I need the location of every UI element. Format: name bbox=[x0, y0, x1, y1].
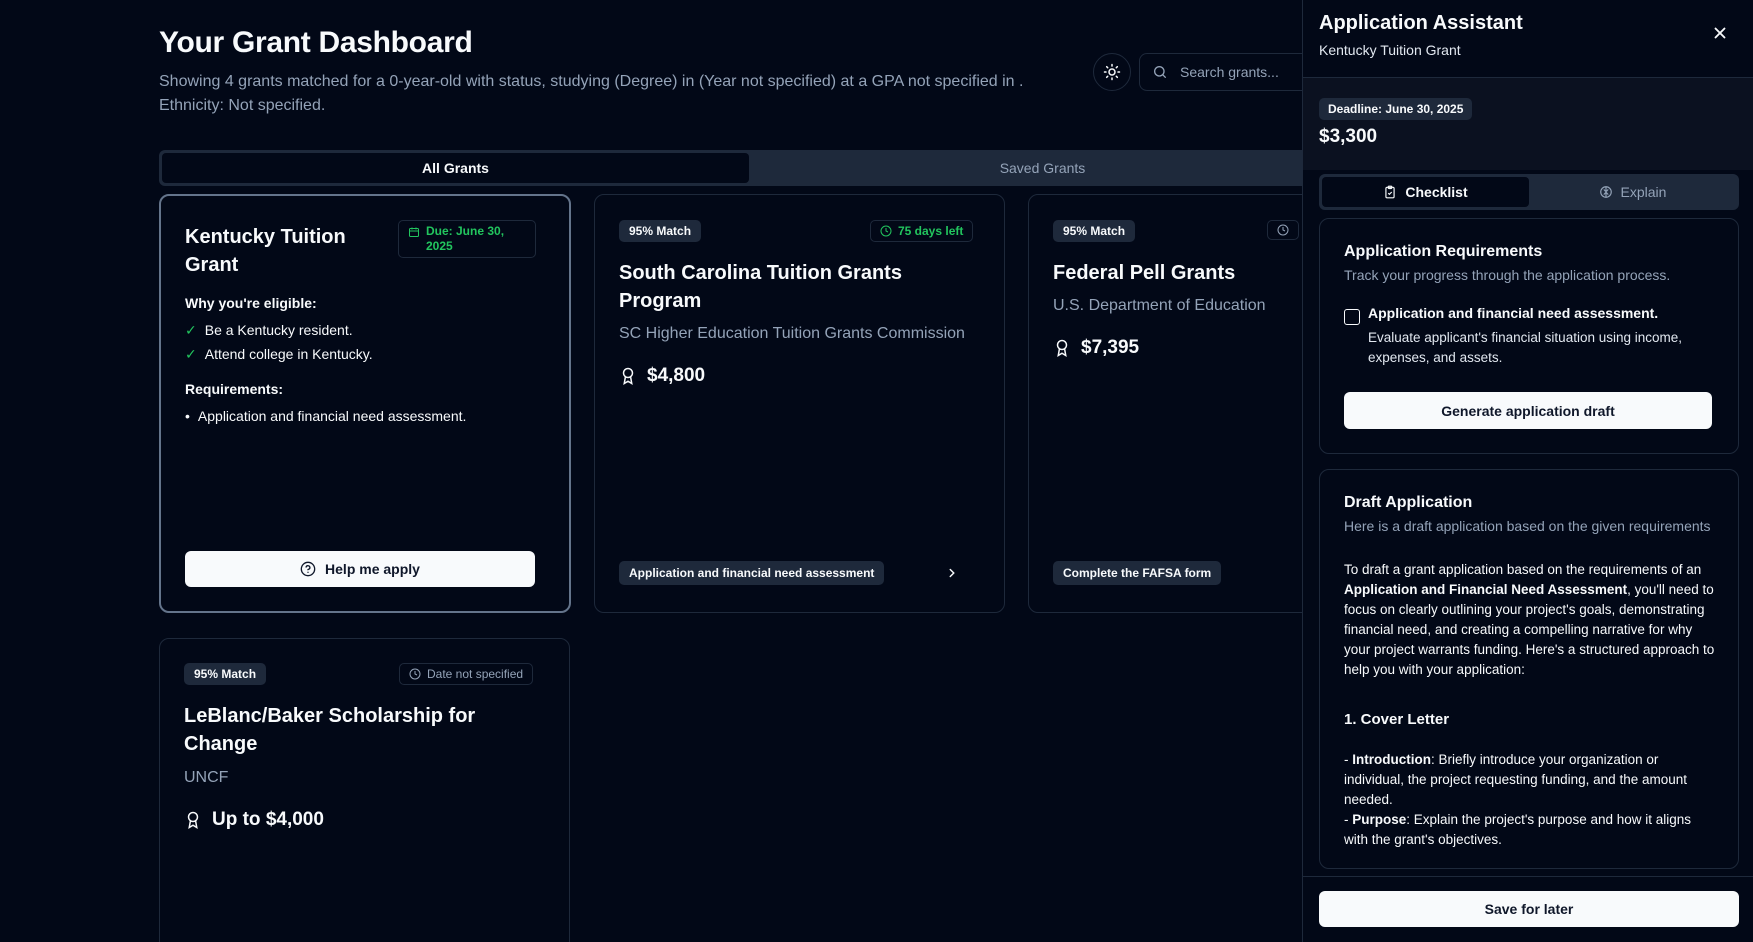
page-title: Your Grant Dashboard bbox=[159, 26, 473, 59]
tab-explain[interactable]: Explain bbox=[1529, 177, 1736, 207]
eligible-item: ✓ Be a Kentucky resident. bbox=[185, 318, 373, 342]
draft-body: To draft a grant application based on th… bbox=[1344, 560, 1716, 850]
grant-organization: SC Higher Education Tuition Grants Commi… bbox=[619, 325, 965, 342]
date-text: Date not specified bbox=[427, 667, 524, 681]
due-date-badge: Due: June 30, 2025 bbox=[398, 220, 536, 258]
requirement-description: Evaluate applicant's financial situation… bbox=[1368, 330, 1683, 365]
requirement-item: • Application and financial need assessme… bbox=[185, 404, 466, 428]
draft-heading: Draft Application bbox=[1344, 494, 1473, 511]
date-badge bbox=[1267, 220, 1299, 240]
panel-header: Application Assistant Kentucky Tuition G… bbox=[1303, 0, 1753, 78]
grant-amount: $4,800 bbox=[619, 365, 705, 387]
tab-checklist[interactable]: Checklist bbox=[1322, 177, 1529, 207]
grant-amount: Up to $4,000 bbox=[184, 809, 324, 831]
draft-bullet: - Purpose: Explain the project's purpose… bbox=[1344, 812, 1692, 847]
brain-icon bbox=[1599, 186, 1612, 198]
tab-explain-label: Explain bbox=[1620, 184, 1667, 200]
calendar-icon bbox=[409, 227, 419, 237]
dashboard-main: Your Grant Dashboard Showing 4 grants ma… bbox=[0, 0, 1302, 942]
panel-subtitle: Kentucky Tuition Grant bbox=[1319, 42, 1461, 58]
grant-amount-value: Up to $4,000 bbox=[212, 809, 324, 830]
requirements-subtitle: Track your progress through the applicat… bbox=[1344, 267, 1671, 283]
draft-section-heading: 1. Cover Letter bbox=[1344, 711, 1450, 728]
requirements-box: Application Requirements Track your prog… bbox=[1319, 218, 1739, 454]
requirement-checkbox[interactable] bbox=[1344, 309, 1360, 325]
panel-tabs: Checklist Explain bbox=[1319, 174, 1739, 210]
clipboard-icon bbox=[1385, 185, 1396, 199]
grant-organization: UNCF bbox=[184, 769, 229, 786]
eligible-list: ✓ Be a Kentucky resident. ✓ Attend college… bbox=[185, 318, 373, 366]
tab-checklist-label: Checklist bbox=[1405, 184, 1468, 200]
save-for-later-button[interactable]: Save for later bbox=[1319, 891, 1739, 927]
panel-amount: $3,300 bbox=[1319, 126, 1378, 147]
award-icon bbox=[187, 811, 199, 829]
panel-meta: Deadline: June 30, 2025 $3,300 bbox=[1303, 78, 1753, 170]
tab-saved-grants[interactable]: Saved Grants bbox=[749, 153, 1302, 183]
award-icon bbox=[1056, 339, 1068, 357]
grant-title: South Carolina Tuition Grants Program bbox=[619, 262, 902, 312]
grant-amount-value: $7,395 bbox=[1081, 337, 1140, 358]
match-badge: 95% Match bbox=[619, 220, 702, 242]
subtitle-line-2: Ethnicity: Not specified. bbox=[159, 97, 326, 114]
requirements-heading: Application Requirements bbox=[1344, 243, 1543, 260]
application-assistant-panel: Application Assistant Kentucky Tuition G… bbox=[1302, 0, 1753, 942]
search-input[interactable] bbox=[1180, 64, 1300, 80]
clock-icon bbox=[409, 668, 421, 680]
days-left-text: 75 days left bbox=[898, 224, 964, 238]
deadline-badge: Deadline: June 30, 2025 bbox=[1319, 98, 1473, 120]
requirement-pill: Complete the FAFSA form bbox=[1053, 561, 1222, 585]
days-left-badge: 75 days left bbox=[870, 220, 974, 242]
subtitle-line-1: Showing 4 grants matched for a 0-year-ol… bbox=[159, 73, 1024, 90]
help-circle-icon bbox=[300, 561, 316, 577]
checkmark-icon: ✓ bbox=[185, 322, 197, 338]
grant-card-leblanc[interactable]: 95% Match Date not specified LeBlanc/Bak… bbox=[159, 638, 570, 942]
help-me-apply-button[interactable]: Help me apply bbox=[185, 551, 535, 587]
save-footer: Save for later bbox=[1303, 876, 1753, 942]
bullet-icon: • bbox=[185, 408, 190, 424]
eligible-item: ✓ Attend college in Kentucky. bbox=[185, 342, 373, 366]
grant-tabs: All Grants Saved Grants bbox=[159, 150, 1302, 186]
search-icon bbox=[1154, 66, 1166, 78]
page-subtitle: Showing 4 grants matched for a 0-year-ol… bbox=[159, 70, 1039, 118]
search-box[interactable] bbox=[1139, 53, 1302, 91]
requirement-title: Application and financial need assessmen… bbox=[1368, 305, 1659, 321]
panel-title: Application Assistant bbox=[1319, 12, 1523, 34]
grant-card-south-carolina[interactable]: 95% Match 75 days left South Carolina Tu… bbox=[594, 194, 1005, 613]
requirement-pill: Application and financial need assessmen… bbox=[619, 561, 885, 585]
match-badge: 95% Match bbox=[184, 663, 267, 685]
tab-all-grants[interactable]: All Grants bbox=[162, 153, 749, 183]
theme-toggle-button[interactable] bbox=[1093, 53, 1131, 91]
eligible-heading: Why you're eligible: bbox=[185, 295, 317, 311]
grant-organization: U.S. Department of Education bbox=[1053, 297, 1266, 314]
generate-draft-button[interactable]: Generate application draft bbox=[1344, 392, 1712, 429]
due-date-text: Due: June 30, 2025 bbox=[426, 224, 505, 253]
date-badge: Date not specified bbox=[399, 663, 534, 685]
grant-card-pell[interactable]: 95% Match Federal Pell Grants U.S. Depar… bbox=[1028, 194, 1302, 613]
grant-card-kentucky[interactable]: Kentucky Tuition Grant Due: June 30, 202… bbox=[159, 194, 571, 613]
grant-title: LeBlanc/Baker Scholarship for Change bbox=[184, 705, 476, 755]
clock-icon bbox=[880, 225, 892, 237]
award-icon bbox=[622, 367, 634, 385]
grant-title: Federal Pell Grants bbox=[1053, 262, 1236, 284]
draft-subtitle: Here is a draft application based on the… bbox=[1344, 518, 1711, 534]
grant-title: Kentucky Tuition Grant bbox=[185, 226, 346, 276]
requirements-list: • Application and financial need assessme… bbox=[185, 404, 466, 428]
draft-bullet: - Introduction: Briefly introduce your o… bbox=[1344, 752, 1687, 807]
chevron-right-icon[interactable] bbox=[945, 566, 959, 580]
grant-amount: $7,395 bbox=[1053, 337, 1139, 359]
grant-amount-value: $4,800 bbox=[647, 365, 706, 386]
checkmark-icon: ✓ bbox=[185, 346, 197, 362]
match-badge: 95% Match bbox=[1053, 220, 1136, 242]
draft-intro: To draft a grant application based on th… bbox=[1344, 562, 1715, 677]
help-me-apply-label: Help me apply bbox=[325, 561, 420, 577]
draft-box: Draft Application Here is a draft applic… bbox=[1319, 469, 1739, 869]
close-icon[interactable] bbox=[1711, 24, 1729, 42]
sun-icon bbox=[1103, 63, 1121, 81]
requirements-heading: Requirements: bbox=[185, 381, 284, 397]
clock-icon bbox=[1277, 224, 1289, 236]
